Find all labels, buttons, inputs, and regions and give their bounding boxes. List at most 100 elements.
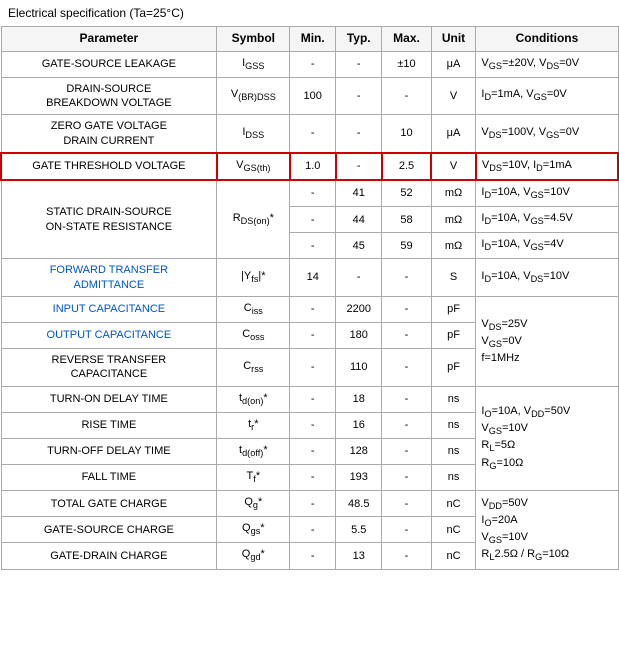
- min-cell: -: [290, 517, 336, 543]
- header: Electrical specification (Ta=25°C): [0, 0, 619, 26]
- col-typ: Typ.: [336, 27, 382, 52]
- symbol-cell: tr*: [217, 412, 290, 438]
- unit-cell: mΩ: [431, 233, 476, 259]
- col-max: Max.: [382, 27, 431, 52]
- unit-cell: nC: [431, 517, 476, 543]
- conditions-cell-charge: VDD=50VIO=20AVGS=10VRL2.5Ω / RG=10Ω: [476, 491, 618, 569]
- col-min: Min.: [290, 27, 336, 52]
- table-row-highlight: GATE THRESHOLD VOLTAGE VGS(th) 1.0 - 2.5…: [1, 153, 618, 180]
- conditions-cell: VDS=100V, VGS=0V: [476, 115, 618, 153]
- unit-cell: mΩ: [431, 180, 476, 207]
- max-cell: ±10: [382, 51, 431, 77]
- max-cell: -: [382, 259, 431, 297]
- min-cell: 1.0: [290, 153, 336, 180]
- min-cell: -: [290, 115, 336, 153]
- min-cell: -: [290, 349, 336, 387]
- min-cell: -: [290, 386, 336, 412]
- max-cell: -: [382, 491, 431, 517]
- typ-cell: 18: [336, 386, 382, 412]
- conditions-cell: ID=1mA, VGS=0V: [476, 77, 618, 115]
- conditions-cell: ID=10A, VGS=4.5V: [476, 207, 618, 233]
- unit-cell: ns: [431, 386, 476, 412]
- col-conditions: Conditions: [476, 27, 618, 52]
- symbol-cell: RDS(on)*: [217, 180, 290, 259]
- max-cell: 2.5: [382, 153, 431, 180]
- symbol-cell: Qgs*: [217, 517, 290, 543]
- typ-cell: 13: [336, 543, 382, 569]
- unit-cell: nC: [431, 543, 476, 569]
- symbol-cell: IGSS: [217, 51, 290, 77]
- conditions-cell: ID=10A, VDS=10V: [476, 259, 618, 297]
- min-cell: -: [290, 51, 336, 77]
- max-cell: -: [382, 386, 431, 412]
- typ-cell: 193: [336, 465, 382, 491]
- typ-cell: 2200: [336, 296, 382, 322]
- unit-cell: S: [431, 259, 476, 297]
- typ-cell: 41: [336, 180, 382, 207]
- typ-cell: 16: [336, 412, 382, 438]
- min-cell: -: [290, 543, 336, 569]
- table-row: STATIC DRAIN-SOURCEON-STATE RESISTANCE R…: [1, 180, 618, 207]
- symbol-cell: Ciss: [217, 296, 290, 322]
- min-cell: -: [290, 491, 336, 517]
- unit-cell: μA: [431, 115, 476, 153]
- param-cell: GATE-SOURCE CHARGE: [1, 517, 217, 543]
- typ-cell: -: [336, 77, 382, 115]
- max-cell: -: [382, 323, 431, 349]
- table-row: INPUT CAPACITANCE Ciss - 2200 - pF VDS=2…: [1, 296, 618, 322]
- symbol-cell: td(off)*: [217, 438, 290, 464]
- param-cell: STATIC DRAIN-SOURCEON-STATE RESISTANCE: [1, 180, 217, 259]
- param-cell: DRAIN-SOURCEBREAKDOWN VOLTAGE: [1, 77, 217, 115]
- max-cell: 10: [382, 115, 431, 153]
- conditions-cell: VGS=±20V, VDS=0V: [476, 51, 618, 77]
- conditions-cell: ID=10A, VGS=4V: [476, 233, 618, 259]
- param-cell: TURN-OFF DELAY TIME: [1, 438, 217, 464]
- symbol-cell: |Yfs|*: [217, 259, 290, 297]
- min-cell: 100: [290, 77, 336, 115]
- max-cell: -: [382, 412, 431, 438]
- typ-cell: 45: [336, 233, 382, 259]
- min-cell: -: [290, 180, 336, 207]
- min-cell: -: [290, 412, 336, 438]
- min-cell: -: [290, 207, 336, 233]
- max-cell: 52: [382, 180, 431, 207]
- header-title: Electrical specification (Ta=25°C): [0, 0, 619, 26]
- min-cell: -: [290, 323, 336, 349]
- typ-cell: -: [336, 115, 382, 153]
- unit-cell: ns: [431, 412, 476, 438]
- typ-cell: -: [336, 153, 382, 180]
- table-row: FORWARD TRANSFERADMITTANCE |Yfs|* 14 - -…: [1, 259, 618, 297]
- symbol-cell: Qg*: [217, 491, 290, 517]
- symbol-cell: IDSS: [217, 115, 290, 153]
- typ-cell: 110: [336, 349, 382, 387]
- typ-cell: 48.5: [336, 491, 382, 517]
- max-cell: 59: [382, 233, 431, 259]
- unit-cell: mΩ: [431, 207, 476, 233]
- unit-cell: pF: [431, 349, 476, 387]
- symbol-cell: Coss: [217, 323, 290, 349]
- typ-cell: 5.5: [336, 517, 382, 543]
- table-header-row: Parameter Symbol Min. Typ. Max. Unit Con…: [1, 27, 618, 52]
- max-cell: -: [382, 77, 431, 115]
- table-row: DRAIN-SOURCEBREAKDOWN VOLTAGE V(BR)DSS 1…: [1, 77, 618, 115]
- typ-cell: 128: [336, 438, 382, 464]
- min-cell: -: [290, 296, 336, 322]
- max-cell: -: [382, 296, 431, 322]
- col-parameter: Parameter: [1, 27, 217, 52]
- symbol-cell: Qgd*: [217, 543, 290, 569]
- table-row: ZERO GATE VOLTAGEDRAIN CURRENT IDSS - - …: [1, 115, 618, 153]
- typ-cell: 180: [336, 323, 382, 349]
- col-unit: Unit: [431, 27, 476, 52]
- max-cell: -: [382, 543, 431, 569]
- typ-cell: 44: [336, 207, 382, 233]
- symbol-cell: VGS(th): [217, 153, 290, 180]
- conditions-cell-switching: IO=10A, VDD=50VVGS=10VRL=5ΩRG=10Ω: [476, 386, 618, 490]
- param-cell: OUTPUT CAPACITANCE: [1, 323, 217, 349]
- conditions-cell: VDS=10V, ID=1mA: [476, 153, 618, 180]
- param-cell: GATE THRESHOLD VOLTAGE: [1, 153, 217, 180]
- max-cell: 58: [382, 207, 431, 233]
- param-cell: REVERSE TRANSFERCAPACITANCE: [1, 349, 217, 387]
- min-cell: -: [290, 233, 336, 259]
- conditions-cell-capacitance: VDS=25VVGS=0Vf=1MHz: [476, 296, 618, 386]
- max-cell: -: [382, 465, 431, 491]
